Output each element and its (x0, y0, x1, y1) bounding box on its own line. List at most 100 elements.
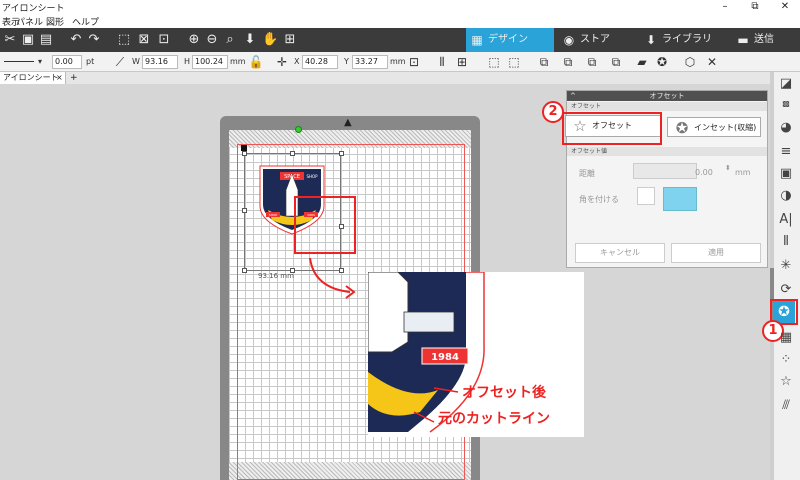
original-cutline-callout: 元のカットライン (438, 411, 550, 427)
zoom-arrow (309, 257, 356, 299)
tab-send[interactable]: ▬ 送信 (732, 28, 798, 52)
close-button[interactable]: ✕ (770, 0, 800, 14)
zoom-in-icon[interactable]: ⊕ (186, 32, 202, 48)
undo-icon[interactable]: ↶ (68, 32, 84, 48)
rotate-handle[interactable] (295, 126, 302, 133)
fill-palette-icon[interactable]: ◕ (777, 120, 795, 136)
position-icon: ✛ (276, 55, 288, 69)
line-unit: pt (86, 57, 95, 66)
distance-label: 距離 (579, 169, 595, 178)
document-tab[interactable]: アイロンシート × (0, 72, 66, 84)
copy-icon[interactable]: ▣ (20, 32, 36, 48)
cancel-button[interactable]: キャンセル (575, 243, 665, 263)
ungroup-icon[interactable]: ⬚ (506, 54, 522, 70)
add-tab-icon[interactable]: + (70, 72, 78, 84)
offset-after-callout: オフセット後 (462, 385, 546, 401)
distance-stepper-icon[interactable]: ⬍ (725, 164, 731, 172)
width-input[interactable]: 93.16 (142, 55, 178, 69)
apply-button[interactable]: 適用 (671, 243, 761, 263)
arrange-back-icon[interactable]: ⧉ (608, 54, 624, 70)
title-bar: アイロンシート – ⧉ ✕ (0, 0, 800, 14)
distribute-icon[interactable]: ⊞ (454, 54, 470, 70)
menu-shape[interactable]: 図形 (46, 15, 64, 28)
dimension-label: 93.16 mm (258, 272, 294, 280)
tab-design[interactable]: ▦ デザイン (466, 28, 554, 52)
sticker-title-2: SHOP (306, 174, 318, 179)
group-icon[interactable]: ⬚ (486, 54, 502, 70)
sticker-title: SPACE (284, 174, 300, 180)
collapse-icon[interactable]: ^ (570, 91, 576, 101)
lock-aspect-icon[interactable]: 🔓 (248, 54, 264, 70)
distance-value[interactable]: 0.00 (695, 168, 713, 177)
transform-icon[interactable]: ⟳ (777, 282, 795, 298)
resize-handle[interactable] (242, 268, 247, 273)
minimize-button[interactable]: – (710, 0, 740, 14)
zoom-fit-icon[interactable]: ⌕ (222, 32, 238, 48)
shape-icon[interactable]: ⬡ (682, 54, 698, 70)
select-all-icon[interactable]: ⊡ (156, 32, 172, 48)
store-icon: ◉ (563, 33, 575, 47)
corner-sharp-button[interactable] (637, 187, 655, 205)
image-icon[interactable]: ▣ (777, 166, 795, 182)
align-icon[interactable]: ⫴ (434, 54, 450, 70)
line-style-icon[interactable]: ≡ (777, 144, 795, 160)
zoom-region-marker (294, 196, 356, 254)
fill-icon[interactable]: ▰ (634, 54, 650, 70)
sketch-icon[interactable]: ⁘ (777, 352, 795, 368)
menu-panel[interactable]: パネル (16, 15, 43, 28)
offset-section-header: オフセット (567, 102, 767, 111)
height-input[interactable]: 100.24 (192, 55, 228, 69)
align-panel-icon[interactable]: ⫴ (777, 234, 795, 250)
cut-icon[interactable]: ✂ (2, 32, 18, 48)
line-style-dropdown-icon[interactable]: ▾ (38, 55, 42, 69)
replicate-icon[interactable]: ✳ (777, 258, 795, 274)
y-input[interactable]: 33.27 (352, 55, 388, 69)
library-star-icon[interactable]: ☆ (777, 374, 795, 390)
delete-icon[interactable]: ✕ (704, 54, 720, 70)
x-input[interactable]: 40.28 (302, 55, 338, 69)
anchor-icon[interactable]: ⊡ (406, 54, 422, 70)
pos-unit: mm (390, 57, 406, 66)
star-icon[interactable]: ✪ (654, 54, 670, 70)
tab-store[interactable]: ◉ ストア (558, 28, 636, 52)
add-page-icon[interactable]: ⊞ (282, 32, 298, 48)
resize-handle[interactable] (339, 151, 344, 156)
trace-icon[interactable]: ▦ (777, 330, 795, 346)
zoom-out-icon[interactable]: ⊖ (204, 32, 220, 48)
knife-icon[interactable]: ⫻ (777, 398, 795, 414)
restore-button[interactable]: ⧉ (740, 0, 770, 14)
corner-round-button[interactable] (663, 187, 697, 211)
line-style-preview[interactable] (4, 61, 34, 62)
property-toolbar: ▾ 0.00 pt ⟋ W 93.16 H 100.24 mm 🔓 ✛ X 40… (0, 52, 800, 72)
arrange-front-icon[interactable]: ⧉ (536, 54, 552, 70)
width-icon: ⟋ (115, 55, 125, 69)
arrange-forward-icon[interactable]: ⧉ (560, 54, 576, 70)
tab-library[interactable]: ⬇ ライブラリ (640, 28, 726, 52)
resize-handle[interactable] (242, 208, 247, 213)
contrast-icon[interactable]: ◑ (777, 188, 795, 204)
page-setup-icon[interactable]: ◪ (777, 76, 795, 92)
paste-icon[interactable]: ▤ (38, 32, 54, 48)
pan-hand-icon[interactable]: ✋ (262, 32, 278, 48)
size-unit: mm (230, 57, 246, 66)
redo-icon[interactable]: ↷ (86, 32, 102, 48)
inset-button[interactable]: ✪ インセット(収縮) (667, 117, 761, 137)
resize-handle[interactable] (242, 151, 247, 156)
mat-arrow-icon: ▲ (344, 117, 352, 128)
line-width-input[interactable]: 0.00 (52, 55, 82, 69)
select-icon[interactable]: ⬚ (116, 32, 132, 48)
distance-slider[interactable] (633, 163, 697, 179)
x-label: X (294, 57, 300, 66)
move-down-icon[interactable]: ⬇ (242, 32, 258, 48)
star-inset-icon: ✪ (675, 119, 689, 137)
close-tab-icon[interactable]: × (56, 72, 63, 84)
arrange-backward-icon[interactable]: ⧉ (584, 54, 600, 70)
deselect-icon[interactable]: ⊠ (136, 32, 152, 48)
pixscan-icon[interactable]: ▩ (777, 96, 795, 112)
main-toolbar: ✂ ▣ ▤ ↶ ↷ ⬚ ⊠ ⊡ ⊕ ⊖ ⌕ ⬇ ✋ ⊞ ▦ デザイン ◉ ストア… (0, 28, 800, 52)
menu-help[interactable]: ヘルプ (72, 15, 99, 28)
resize-handle[interactable] (290, 151, 295, 156)
corner-label: 角を付ける (579, 195, 619, 204)
window-title: アイロンシート (2, 4, 65, 14)
text-icon[interactable]: A| (777, 212, 795, 228)
